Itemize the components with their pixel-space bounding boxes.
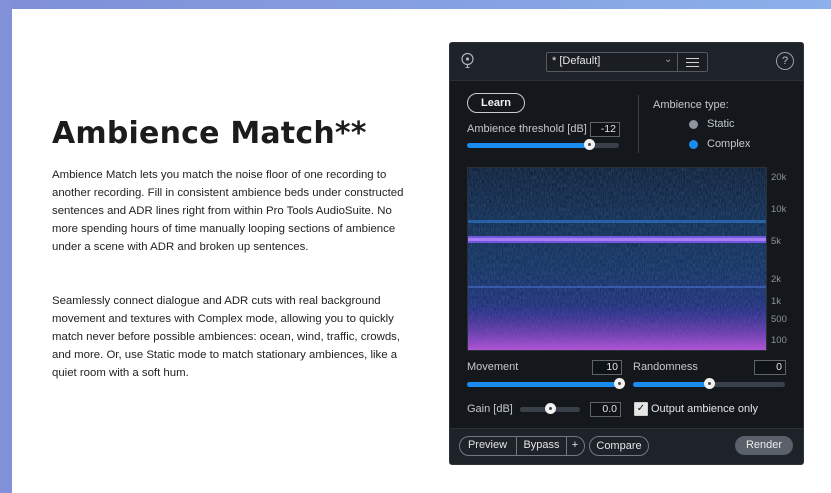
freq-label-20k: 20k [771,172,787,183]
freq-label-10k: 10k [771,204,787,215]
movement-value-field[interactable]: 10 [592,360,622,375]
freq-label-2k: 2k [771,274,782,285]
learn-button[interactable]: Learn [467,93,525,113]
randomness-label: Randomness [633,361,698,373]
chevron-down-icon: ⌄ [664,54,673,65]
description-paragraph-1: Ambience Match lets you match the noise … [52,169,404,253]
output-ambience-checkbox[interactable]: ✓ [634,402,648,416]
left-edge-bar [0,0,12,493]
radio-static-label[interactable]: Static [707,118,735,130]
bypass-button[interactable]: Bypass [517,436,566,454]
help-icon[interactable]: ? [776,52,794,70]
randomness-value-field[interactable]: 0 [754,360,786,375]
gain-slider-handle[interactable] [545,403,556,414]
page-title: Ambience Match** [52,116,367,151]
threshold-value-field[interactable]: -12 [590,122,620,137]
ambience-type-label: Ambience type: [653,99,729,111]
threshold-slider[interactable] [467,139,619,150]
freq-label-5k: 5k [771,236,782,247]
section-divider [638,95,639,153]
randomness-slider[interactable] [633,378,785,389]
hamburger-menu-icon[interactable] [677,53,707,71]
radio-complex[interactable] [689,140,698,149]
preview-button[interactable]: Preview [460,436,515,454]
plugin-footer: Preview Bypass + Compare Render [450,428,803,464]
gain-value-field[interactable]: 0.0 [590,402,621,417]
output-ambience-label[interactable]: Output ambience only [651,403,758,415]
radio-static[interactable] [689,120,698,129]
preset-name: * [Default] [552,55,601,67]
freq-label-500: 500 [771,314,787,325]
movement-slider[interactable] [467,378,625,389]
ambience-match-plugin: * [Default] ⌄ ? Learn Ambience threshold… [449,42,804,465]
description-paragraph-2: Seamlessly connect dialogue and ADR cuts… [52,295,401,379]
gain-slider[interactable] [520,403,580,414]
top-gradient-bar [0,0,831,9]
gain-label: Gain [dB] [467,403,513,415]
radio-complex-label[interactable]: Complex [707,138,750,150]
threshold-slider-handle[interactable] [583,139,595,150]
render-button[interactable]: Render [735,436,793,455]
compare-button[interactable]: Compare [589,436,649,456]
randomness-slider-handle[interactable] [704,378,715,389]
bypass-plus-button[interactable]: + [567,436,583,454]
movement-label: Movement [467,361,519,373]
bulb-icon[interactable] [459,52,476,69]
movement-slider-handle[interactable] [614,378,625,389]
threshold-label: Ambience threshold [dB] [467,123,587,135]
preset-dropdown[interactable]: * [Default] ⌄ [546,52,708,72]
plugin-header: * [Default] ⌄ ? [450,43,803,81]
spectrogram-display [467,167,767,351]
freq-label-100: 100 [771,335,787,346]
freq-label-1k: 1k [771,296,782,307]
